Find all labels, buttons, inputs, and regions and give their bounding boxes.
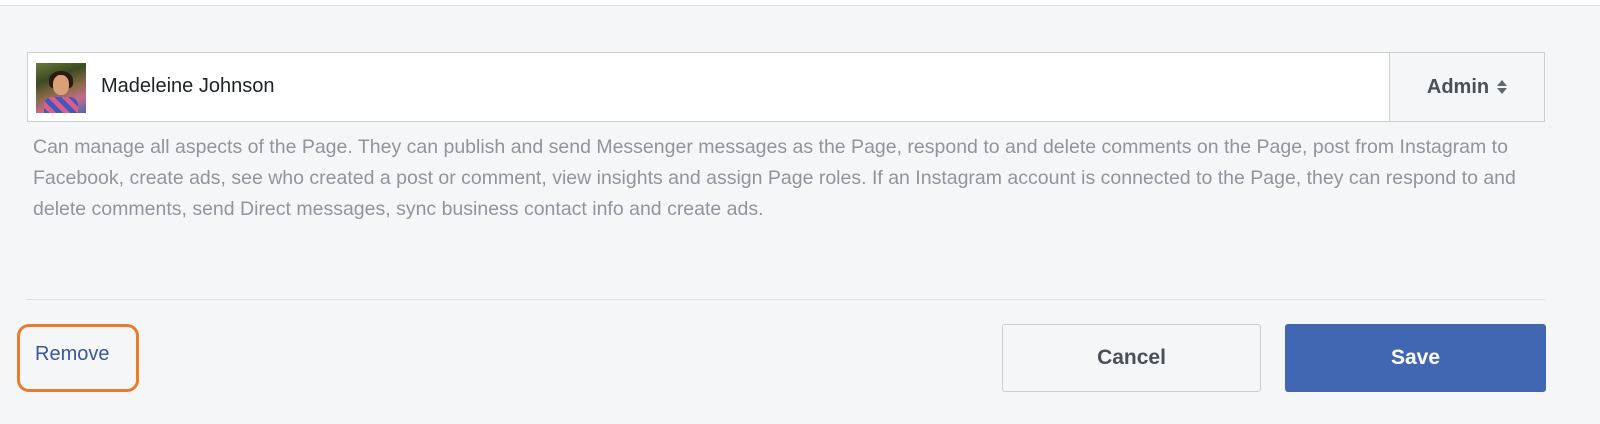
cancel-button[interactable]: Cancel xyxy=(1002,324,1261,392)
updown-arrows-icon xyxy=(1497,80,1508,94)
role-selected-label: Admin xyxy=(1426,75,1490,98)
role-description: Can manage all aspects of the Page. They… xyxy=(33,136,1516,220)
avatar xyxy=(36,63,86,113)
user-name: Madeleine Johnson xyxy=(101,75,275,97)
save-button[interactable]: Save xyxy=(1285,324,1546,392)
user-row: Madeleine Johnson Admin xyxy=(27,52,1545,122)
page-role-editor: Madeleine Johnson Admin Can manage all a… xyxy=(0,5,1600,424)
role-dropdown[interactable]: Admin xyxy=(1389,53,1544,121)
remove-link[interactable]: Remove xyxy=(35,343,109,366)
divider xyxy=(27,299,1545,300)
